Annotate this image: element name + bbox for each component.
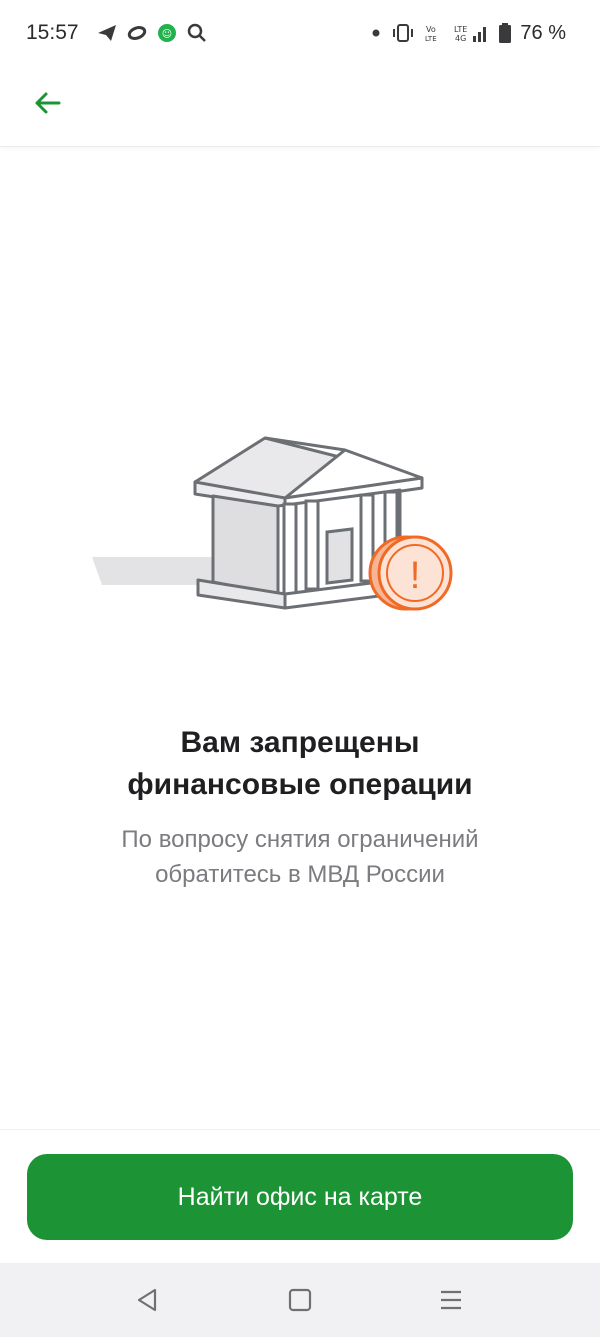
status-right-icons: Vo LTE LTE 4G 76 % xyxy=(370,20,566,46)
warning-glyph: ! xyxy=(410,555,421,597)
lte-icon: LTE 4G xyxy=(454,25,487,43)
app-header xyxy=(0,66,600,147)
home-square-icon[interactable] xyxy=(285,1285,315,1315)
subtitle-line-1: По вопросу снятия ограничений xyxy=(121,826,479,853)
back-button[interactable] xyxy=(22,78,72,128)
system-nav-bar xyxy=(0,1263,600,1337)
telegram-icon xyxy=(98,25,116,41)
status-bar: 15:57 ☺ Vo LTE LTE 4G 76 % xyxy=(0,0,600,66)
find-office-button[interactable]: Найти офис на карте xyxy=(27,1154,573,1240)
page-title: Вам запрещены финансовые операции xyxy=(0,722,600,806)
svg-text:☺: ☺ xyxy=(162,29,172,40)
app-shield-icon: ☺ xyxy=(158,24,176,42)
battery-icon xyxy=(499,23,512,43)
search-icon xyxy=(187,23,206,42)
svg-text:LTE: LTE xyxy=(454,25,467,34)
volte-icon: Vo LTE xyxy=(425,25,437,43)
battery-percent: 76 % xyxy=(520,21,566,44)
status-left-icons: ☺ xyxy=(96,20,208,46)
page-subtitle: По вопросу снятия ограничений обратитесь… xyxy=(0,822,600,892)
svg-text:4G: 4G xyxy=(455,34,466,43)
back-triangle-icon[interactable] xyxy=(133,1285,163,1315)
status-time: 15:57 xyxy=(26,21,79,44)
title-line-1: Вам запрещены xyxy=(180,726,420,759)
svg-text:Vo: Vo xyxy=(426,25,436,34)
bank-building-with-warning-coin-icon: ! xyxy=(92,436,453,611)
svg-text:LTE: LTE xyxy=(425,35,437,43)
subtitle-line-2: обратитесь в МВД России xyxy=(155,861,445,888)
menu-lines-icon[interactable] xyxy=(436,1285,466,1315)
bank-illustration: ! xyxy=(80,420,480,630)
title-line-2: финансовые операции xyxy=(127,768,473,801)
vibrate-icon xyxy=(393,24,414,42)
loop-icon xyxy=(127,26,147,40)
dot-icon xyxy=(372,29,380,37)
arrow-left-icon xyxy=(35,92,61,114)
divider xyxy=(0,1129,600,1130)
